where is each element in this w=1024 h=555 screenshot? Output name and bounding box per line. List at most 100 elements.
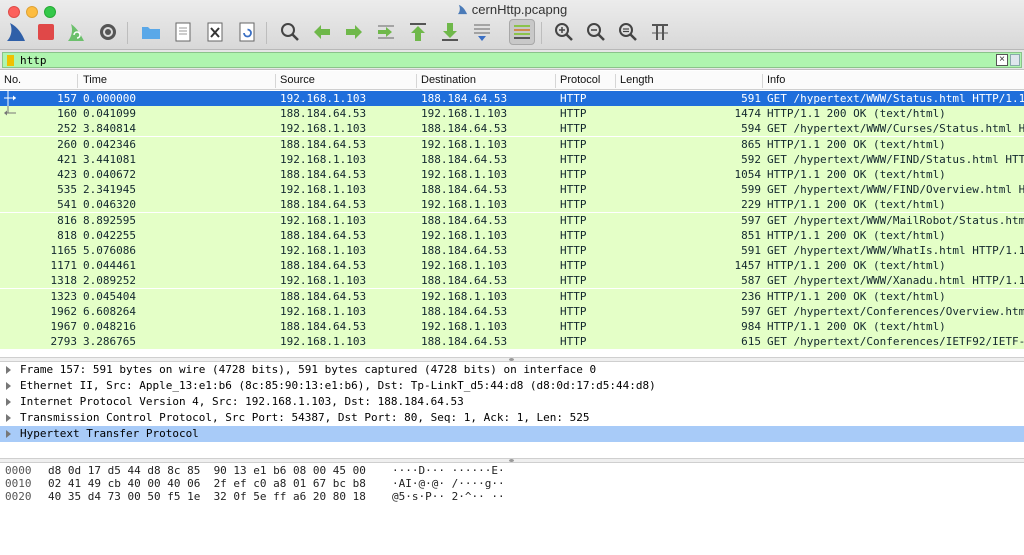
packet-row[interactable]: 160 0.041099 188.184.64.53 192.168.1.103 HTT…: [0, 106, 1024, 122]
restart-capture-button[interactable]: [63, 19, 89, 45]
go-last-button[interactable]: [437, 19, 463, 45]
packet-source: 192.168.1.103: [280, 335, 367, 349]
packet-row[interactable]: 1967 0.048216 188.184.64.53 192.168.1.103 HT…: [0, 319, 1024, 334]
packet-destination: 192.168.1.103: [421, 320, 508, 333]
detail-row-ethernet[interactable]: Ethernet II, Src: Apple_13:e1:b6 (8c:85:…: [0, 378, 1024, 394]
packet-time: 0.045404: [83, 289, 136, 303]
expand-triangle-icon[interactable]: [6, 366, 11, 374]
packet-source: 188.184.64.53: [280, 289, 367, 303]
save-file-button[interactable]: [170, 19, 196, 45]
splitter-handle[interactable]: [509, 459, 514, 462]
bytes-row[interactable]: 0000 d8 0d 17 d5 44 d8 8c 85 90 13 e1 b6…: [0, 464, 1024, 477]
start-capture-button[interactable]: [3, 19, 29, 45]
packet-protocol: HTTP: [560, 137, 587, 151]
resize-columns-button[interactable]: [647, 19, 673, 45]
packet-row[interactable]: 2793 3.286765 192.168.1.103 188.184.64.53 HT…: [0, 334, 1024, 350]
detail-row-tcp[interactable]: Transmission Control Protocol, Src Port:…: [0, 410, 1024, 426]
expand-triangle-icon[interactable]: [6, 382, 11, 390]
resize-columns-icon: [652, 24, 668, 40]
bytes-ascii[interactable]: ····D··· ······E·: [392, 464, 505, 477]
packet-destination: 192.168.1.103: [421, 228, 508, 242]
filter-bookmark-icon[interactable]: [7, 55, 14, 66]
packet-row[interactable]: 818 0.042255 188.184.64.53 192.168.1.103 HTT…: [0, 227, 1024, 243]
packet-length: 1054: [734, 168, 762, 181]
packet-row[interactable]: 423 0.040672 188.184.64.53 192.168.1.103 HTT…: [0, 167, 1024, 182]
apply-filter-button[interactable]: [1010, 54, 1020, 66]
zoom-normal-button[interactable]: [615, 19, 641, 45]
packet-time: 6.608264: [83, 304, 136, 318]
packet-info: GET /hypertext/WWW/Xanadu.html HTTP/1.1: [767, 274, 1024, 288]
packet-info: HTTP/1.1 200 OK (text/html): [767, 320, 946, 333]
packet-row[interactable]: 1323 0.045404 188.184.64.53 192.168.1.103 HT…: [0, 288, 1024, 304]
packet-protocol: HTTP: [560, 259, 587, 273]
packet-info: GET /hypertext/WWW/WhatIs.html HTTP/1.1: [767, 244, 1024, 257]
packet-length: 587: [741, 274, 761, 288]
zoom-in-button[interactable]: [551, 19, 577, 45]
bytes-row[interactable]: 0020 40 35 d4 73 00 50 f5 1e 32 0f 5e ff…: [0, 490, 1024, 503]
packet-row[interactable]: 421 3.441081 192.168.1.103 188.184.64.53 HTT…: [0, 151, 1024, 167]
filter-text[interactable]: http: [20, 53, 47, 68]
column-header-time[interactable]: Time: [79, 74, 276, 88]
detail-row-ipv4[interactable]: Internet Protocol Version 4, Src: 192.16…: [0, 394, 1024, 410]
stop-capture-button[interactable]: [33, 19, 59, 45]
expand-triangle-icon[interactable]: [6, 398, 11, 406]
column-header-source[interactable]: Source: [276, 74, 417, 88]
packet-info: HTTP/1.1 200 OK (text/html): [767, 228, 946, 242]
auto-scroll-button[interactable]: [469, 19, 495, 45]
packet-length: 1474: [734, 107, 762, 121]
splitter-handle[interactable]: [509, 358, 514, 361]
packet-row[interactable]: 1165 5.076086 192.168.1.103 188.184.64.53 HT…: [0, 243, 1024, 258]
bytes-hex[interactable]: 02 41 49 cb 40 00 40 06 2f ef c0 a8 01 6…: [48, 477, 366, 490]
bytes-offset: 0020: [5, 490, 32, 503]
magnifier-icon: [281, 23, 299, 41]
display-filter-bar: http ×: [0, 50, 1024, 70]
bytes-hex[interactable]: d8 0d 17 d5 44 d8 8c 85 90 13 e1 b6 08 0…: [48, 464, 366, 477]
find-packet-button[interactable]: [277, 19, 303, 45]
column-header-destination[interactable]: Destination: [417, 74, 556, 88]
packet-row[interactable]: 1962 6.608264 192.168.1.103 188.184.64.53 HT…: [0, 303, 1024, 319]
expand-triangle-icon[interactable]: [6, 430, 11, 438]
packet-time: 3.840814: [83, 122, 136, 136]
packet-row[interactable]: 260 0.042346 188.184.64.53 192.168.1.103 HTT…: [0, 136, 1024, 152]
clear-filter-icon[interactable]: ×: [996, 54, 1008, 66]
colorize-button[interactable]: [509, 19, 535, 45]
packet-row[interactable]: 157 0.000000 192.168.1.103 188.184.64.53 HTT…: [0, 91, 1024, 106]
reload-file-button[interactable]: [234, 19, 260, 45]
open-file-button[interactable]: [138, 19, 164, 45]
packet-info: HTTP/1.1 200 OK (text/html): [767, 168, 946, 181]
capture-options-button[interactable]: [95, 19, 121, 45]
packet-no: 818: [57, 228, 77, 242]
packet-protocol: HTTP: [560, 228, 587, 242]
expand-triangle-icon[interactable]: [6, 414, 11, 422]
packet-destination: 192.168.1.103: [421, 137, 508, 151]
packet-row[interactable]: 816 8.892595 192.168.1.103 188.184.64.53 HTT…: [0, 212, 1024, 228]
restart-fin-icon: [68, 24, 84, 41]
packet-row[interactable]: 1318 2.089252 192.168.1.103 188.184.64.53 HT…: [0, 273, 1024, 289]
packet-protocol: HTTP: [560, 198, 587, 212]
bytes-ascii[interactable]: @5·s·P·· 2·^·· ··: [392, 490, 505, 503]
packet-row[interactable]: 541 0.046320 188.184.64.53 192.168.1.103 HTT…: [0, 197, 1024, 213]
go-to-packet-button[interactable]: [373, 19, 399, 45]
close-file-button[interactable]: [202, 19, 228, 45]
go-forward-button[interactable]: [341, 19, 367, 45]
detail-row-http[interactable]: Hypertext Transfer Protocol: [0, 426, 1024, 442]
packet-protocol: HTTP: [560, 92, 587, 105]
go-back-button[interactable]: [309, 19, 335, 45]
bytes-ascii[interactable]: ·AI·@·@· /····g··: [392, 477, 505, 490]
column-header-protocol[interactable]: Protocol: [556, 74, 616, 88]
packet-info: HTTP/1.1 200 OK (text/html): [767, 289, 946, 303]
column-header-length[interactable]: Length: [616, 74, 763, 88]
packet-row[interactable]: 535 2.341945 192.168.1.103 188.184.64.53 HTT…: [0, 182, 1024, 198]
detail-row-frame[interactable]: Frame 157: 591 bytes on wire (4728 bits)…: [0, 362, 1024, 378]
go-first-button[interactable]: [405, 19, 431, 45]
packet-details: Frame 157: 591 bytes on wire (4728 bits)…: [0, 362, 1024, 458]
bytes-hex[interactable]: 40 35 d4 73 00 50 f5 1e 32 0f 5e ff a6 2…: [48, 490, 366, 503]
display-filter-input[interactable]: http ×: [2, 52, 1022, 68]
packet-row[interactable]: 1171 0.044461 188.184.64.53 192.168.1.103 HT…: [0, 258, 1024, 274]
packet-row[interactable]: 252 3.840814 192.168.1.103 188.184.64.53 HTT…: [0, 121, 1024, 137]
column-header-no[interactable]: No.: [0, 74, 78, 88]
column-header-info[interactable]: Info: [763, 74, 1024, 88]
bytes-row[interactable]: 0010 02 41 49 cb 40 00 40 06 2f ef c0 a8…: [0, 477, 1024, 490]
zoom-in-icon: [555, 23, 573, 41]
zoom-out-button[interactable]: [583, 19, 609, 45]
